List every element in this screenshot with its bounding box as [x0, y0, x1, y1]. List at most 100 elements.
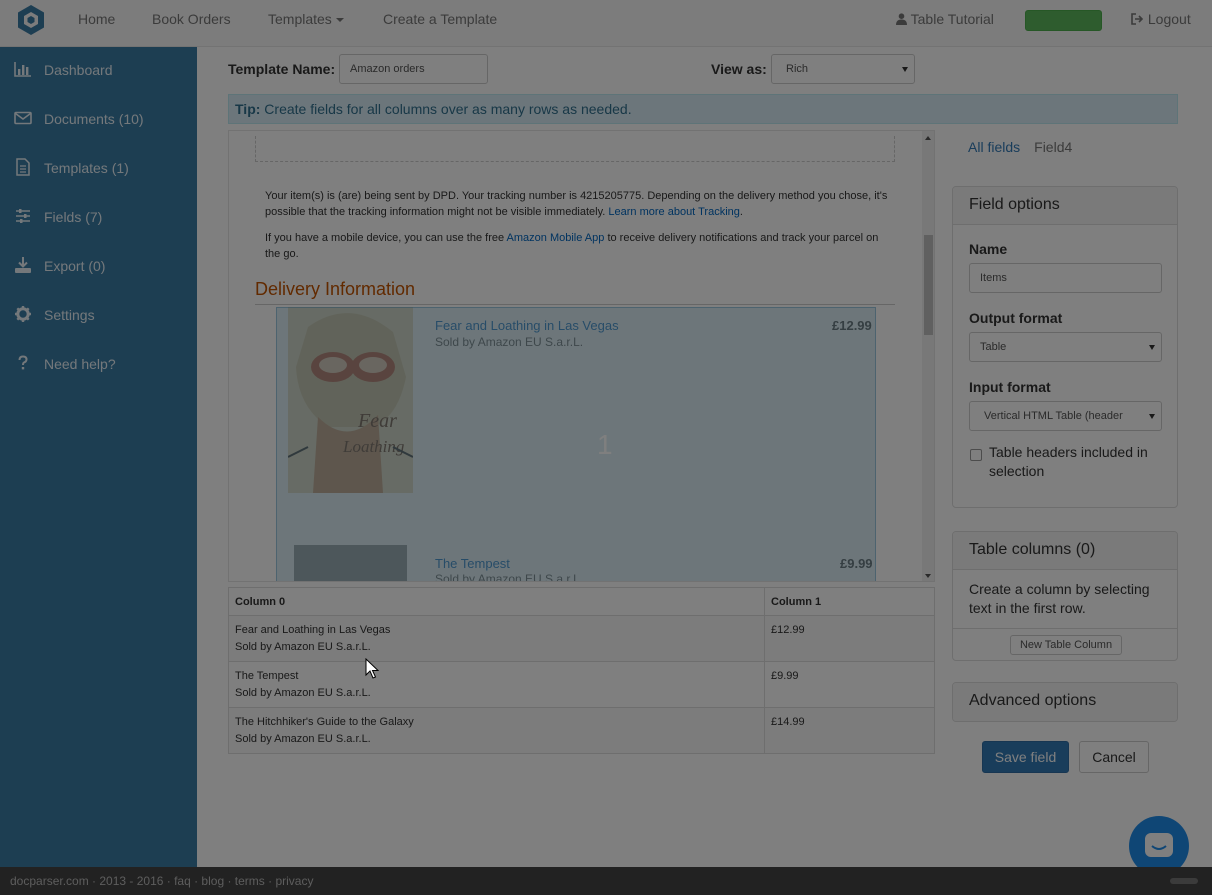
cell-title: Fear and Loathing in Las Vegas: [235, 624, 391, 636]
new-table-column-button[interactable]: New Table Column: [1010, 635, 1122, 655]
advanced-options-title: Advanced options: [953, 683, 1177, 721]
cell-seller: Sold by Amazon EU S.a.r.L.: [235, 733, 371, 745]
chevron-down-icon: [1149, 345, 1155, 350]
save-field-button[interactable]: Save field: [982, 741, 1069, 773]
table-row: The Tempest Sold by Amazon EU S.a.r.L. £9…: [228, 661, 935, 708]
field-options-title: Field options: [953, 187, 1177, 225]
document-paragraph-mobile: If you have a mobile device, you can use…: [265, 230, 890, 262]
template-name-label: Template Name:: [228, 61, 336, 77]
logout-link[interactable]: Logout: [1131, 11, 1191, 27]
table-headers-label: Table headers included in selection: [989, 444, 1148, 479]
tip-banner: Tip: Create fields for all columns over …: [228, 94, 1178, 124]
nav-book-orders[interactable]: Book Orders: [152, 11, 231, 27]
chevron-down-icon: [902, 67, 908, 72]
input-format-value: Vertical HTML Table (header: [984, 410, 1123, 422]
status-badge[interactable]: [1025, 10, 1102, 31]
user-icon: [896, 13, 907, 25]
table-cell: Fear and Loathing in Las Vegas Sold by Am…: [228, 615, 765, 662]
selection-highlight[interactable]: [276, 307, 876, 581]
sidebar: Dashboard Documents (10) Templates (1) F…: [0, 47, 197, 867]
tip-prefix: Tip:: [235, 101, 261, 117]
nav-user[interactable]: Table Tutorial: [896, 11, 994, 27]
sidebar-item-export[interactable]: Export (0): [0, 245, 197, 285]
table-cell: £9.99: [764, 661, 935, 708]
document-text: Your item(s) is (are) being sent by DPD.…: [265, 190, 888, 218]
cell-seller: Sold by Amazon EU S.a.r.L.: [235, 687, 371, 699]
footer-logo-icon: [1170, 878, 1198, 884]
question-icon: [18, 355, 28, 370]
chevron-down-icon: [1149, 414, 1155, 419]
chevron-down-icon: [335, 18, 344, 23]
document-viewer[interactable]: Your item(s) is (are) being sent by DPD.…: [228, 130, 935, 582]
column-header: Column 1: [764, 587, 935, 616]
viewer-scrollbar[interactable]: [922, 131, 934, 581]
sidebar-item-templates[interactable]: Templates (1): [0, 147, 197, 187]
table-header-row: Column 0 Column 1: [228, 587, 935, 616]
view-as-label: View as:: [711, 61, 767, 77]
nav-user-label: Table Tutorial: [910, 11, 994, 27]
template-name-input[interactable]: Amazon orders: [339, 54, 488, 84]
tip-text: Create fields for all columns over as ma…: [260, 101, 632, 117]
table-cell: The Hitchhiker's Guide to the Galaxy Sold…: [228, 707, 765, 754]
document-top-box: [255, 136, 895, 162]
input-format-select[interactable]: Vertical HTML Table (header: [969, 401, 1162, 431]
logo-icon[interactable]: [14, 3, 48, 37]
sidebar-item-documents[interactable]: Documents (10): [0, 98, 197, 138]
nav-home[interactable]: Home: [78, 11, 115, 27]
bar-chart-icon: [14, 62, 31, 77]
table-columns-footer: New Table Column: [953, 629, 1177, 661]
table-row: The Hitchhiker's Guide to the Galaxy Sold…: [228, 707, 935, 754]
table-columns-panel: Table columns (0) Create a column by sel…: [952, 531, 1178, 661]
view-as-select[interactable]: Rich: [771, 54, 915, 84]
cell-title: The Hitchhiker's Guide to the Galaxy: [235, 716, 414, 728]
nav-create-template[interactable]: Create a Template: [383, 11, 497, 27]
file-icon: [16, 158, 30, 176]
advanced-options-panel[interactable]: Advanced options: [952, 682, 1178, 722]
output-format-select[interactable]: Table: [969, 332, 1162, 362]
table-cell: £14.99: [764, 707, 935, 754]
field-tabs: All fields Field4: [968, 139, 1072, 155]
table-headers-checkbox[interactable]: [970, 449, 982, 461]
name-label: Name: [969, 241, 1008, 257]
document-text: .: [739, 206, 743, 218]
sidebar-item-settings[interactable]: Settings: [0, 294, 197, 334]
scroll-down-icon[interactable]: [925, 574, 931, 578]
sidebar-item-dashboard[interactable]: Dashboard: [0, 49, 197, 89]
sidebar-item-label: Templates (1): [44, 160, 129, 176]
field-options-panel: Field options Name Items Output format T…: [952, 186, 1178, 508]
cell-title: The Tempest: [235, 670, 299, 682]
top-navbar: Home Book Orders Templates Create a Temp…: [0, 0, 1212, 47]
mobile-app-link[interactable]: Amazon Mobile App: [507, 232, 605, 244]
document-paragraph-tracking: Your item(s) is (are) being sent by DPD.…: [265, 188, 890, 220]
mouse-cursor-icon: [365, 658, 379, 679]
name-input[interactable]: Items: [969, 263, 1162, 293]
scrollbar-thumb[interactable]: [924, 235, 933, 335]
table-cell: £12.99: [764, 615, 935, 662]
sidebar-item-label: Settings: [44, 307, 95, 323]
download-icon: [15, 257, 31, 273]
sidebar-item-label: Fields (7): [44, 209, 103, 225]
view-as-value: Rich: [786, 63, 809, 75]
logout-label: Logout: [1147, 11, 1191, 27]
tab-all-fields[interactable]: All fields: [968, 139, 1020, 155]
table-row: Fear and Loathing in Las Vegas Sold by Am…: [228, 615, 935, 662]
cancel-button[interactable]: Cancel: [1079, 741, 1149, 773]
table-columns-help: Create a column by selecting text in the…: [953, 570, 1177, 629]
results-table: Column 0 Column 1 Fear and Loathing in L…: [228, 587, 935, 754]
sidebar-item-label: Export (0): [44, 258, 106, 274]
scroll-up-icon[interactable]: [925, 136, 931, 140]
footer: docparser.com · 2013 - 2016 · faq · blog…: [0, 867, 1212, 895]
sign-out-icon: [1131, 13, 1144, 25]
sidebar-item-label: Dashboard: [44, 62, 113, 78]
tab-field4[interactable]: Field4: [1034, 139, 1072, 155]
nav-templates[interactable]: Templates: [268, 11, 344, 27]
gear-icon: [15, 306, 31, 322]
input-format-label: Input format: [969, 379, 1051, 395]
sidebar-item-label: Documents (10): [44, 111, 144, 127]
sliders-icon: [16, 209, 30, 223]
delivery-heading: Delivery Information: [255, 279, 895, 305]
sidebar-item-fields[interactable]: Fields (7): [0, 196, 197, 236]
sidebar-item-help[interactable]: Need help?: [0, 343, 197, 383]
document-text: If you have a mobile device, you can use…: [265, 232, 507, 244]
tracking-link[interactable]: Learn more about Tracking: [608, 206, 739, 218]
